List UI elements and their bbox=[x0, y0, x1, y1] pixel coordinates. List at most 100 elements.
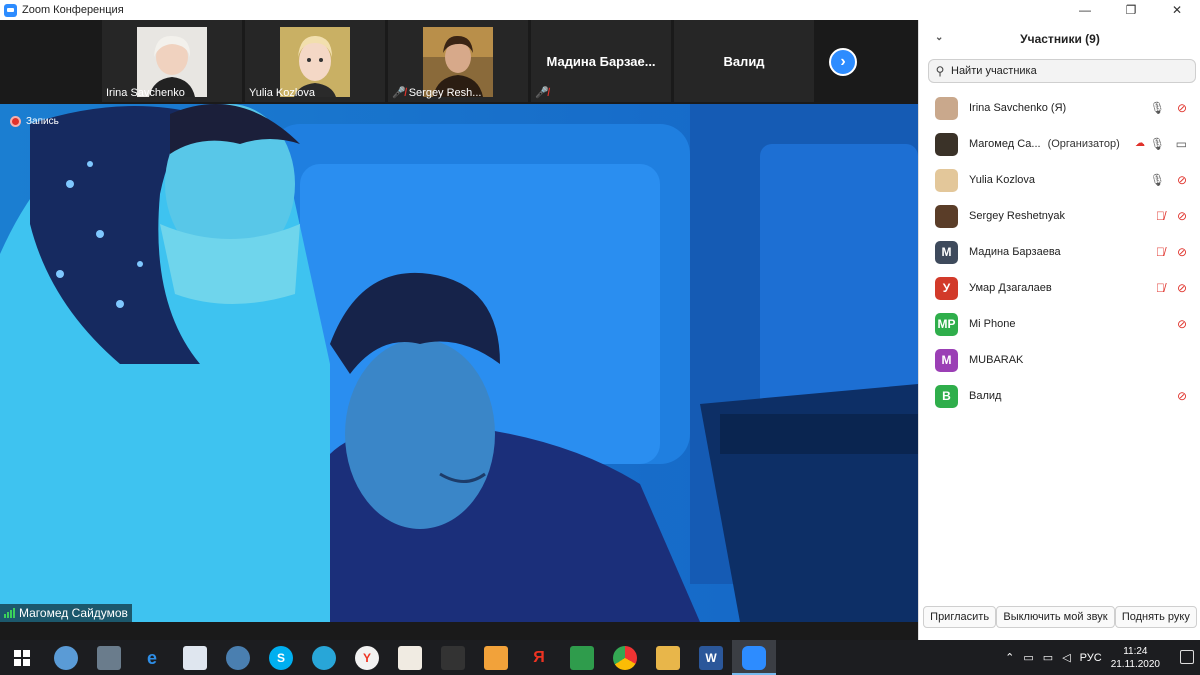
avatar: B bbox=[935, 384, 958, 408]
mic-muted-icon[interactable]: 🎙̸ bbox=[1156, 245, 1165, 259]
word-icon[interactable]: W bbox=[699, 646, 723, 670]
avatar bbox=[935, 204, 958, 228]
gallery-tile[interactable]: Мадина Барзае... 🎤̸ bbox=[531, 20, 671, 102]
gallery-tile[interactable]: Yulia Kozlova bbox=[245, 20, 385, 102]
participant-role: (Организатор) bbox=[1047, 138, 1120, 150]
recording-indicator: Запись bbox=[10, 116, 59, 127]
chevron-up-icon[interactable]: ⌃ bbox=[1005, 651, 1014, 664]
mic-muted-icon: 🎤̸ bbox=[535, 87, 549, 99]
clock-date: 21.11.2020 bbox=[1110, 658, 1160, 670]
avatar: У bbox=[935, 276, 958, 300]
raise-hand-button[interactable]: Поднять руку bbox=[1114, 606, 1197, 628]
minimize-button[interactable]: — bbox=[1062, 0, 1108, 20]
video-off-icon[interactable]: ⊘ bbox=[1177, 173, 1187, 187]
window-controls: — ❐ ✕ bbox=[1062, 0, 1200, 20]
video-off-icon[interactable]: ⊘ bbox=[1177, 281, 1187, 295]
edge-icon[interactable]: e bbox=[140, 646, 164, 670]
chrome-icon[interactable] bbox=[613, 646, 637, 670]
participant-name: Магомед Са... bbox=[969, 138, 1041, 150]
file-explorer-icon[interactable] bbox=[656, 646, 680, 670]
tile-name: Валид bbox=[723, 54, 765, 69]
participant-name: Sergey Reshetnyak bbox=[969, 210, 1065, 222]
title-bar: Zoom Конференция — ❐ ✕ bbox=[0, 0, 1200, 20]
participant-row[interactable]: M MUBARAK bbox=[919, 342, 1200, 378]
app-icon-5[interactable] bbox=[441, 646, 465, 670]
search-icon: ⚲ bbox=[935, 64, 945, 78]
participant-row[interactable]: Irina Savchenko (Я) 🎙 ⊘ bbox=[919, 90, 1200, 126]
participant-search[interactable]: ⚲ Найти участника bbox=[928, 59, 1196, 83]
zoom-icon[interactable] bbox=[742, 646, 766, 670]
start-button[interactable] bbox=[10, 646, 34, 670]
participant-row[interactable]: М Мадина Барзаева 🎙̸ ⊘ bbox=[919, 234, 1200, 270]
notepad-icon[interactable] bbox=[183, 646, 207, 670]
participant-row[interactable]: B Валид ⊘ bbox=[919, 378, 1200, 414]
app-icon-1[interactable] bbox=[54, 646, 78, 670]
cloud-record-icon: ☁ bbox=[1135, 138, 1145, 149]
video-off-icon[interactable]: ⊘ bbox=[1177, 245, 1187, 259]
participant-row[interactable]: MP Mi Phone ⊘ bbox=[919, 306, 1200, 342]
avatar: MP bbox=[935, 312, 958, 336]
mic-muted-icon[interactable]: 🎙̸ bbox=[1156, 281, 1165, 295]
participant-row[interactable]: У Умар Дзагалаев 🎙̸ ⊘ bbox=[919, 270, 1200, 306]
maximize-button[interactable]: ❐ bbox=[1108, 0, 1154, 20]
calculator-icon[interactable] bbox=[97, 646, 121, 670]
panel-title: Участники (9) bbox=[1020, 32, 1100, 46]
close-button[interactable]: ✕ bbox=[1154, 0, 1200, 20]
app-icon-6[interactable] bbox=[484, 646, 508, 670]
battery-icon[interactable]: ▭ bbox=[1043, 651, 1053, 664]
gallery-tile[interactable]: 🎤̸ Sergey Resh... bbox=[388, 20, 528, 102]
gallery-next-button[interactable]: › bbox=[829, 48, 857, 76]
gallery-tile[interactable]: Irina Savchenko bbox=[102, 20, 242, 102]
mic-icon[interactable]: 🎙 bbox=[1150, 173, 1165, 187]
search-input[interactable]: Найти участника bbox=[951, 65, 1037, 77]
windows-icon bbox=[14, 650, 30, 666]
participants-panel: ⌄ Участники (9) ⚲ Найти участника Irina … bbox=[918, 20, 1200, 640]
chevron-down-icon[interactable]: ⌄ bbox=[935, 32, 943, 43]
mic-icon[interactable]: 🎙 bbox=[1150, 101, 1165, 115]
video-off-icon[interactable]: ⊘ bbox=[1177, 101, 1187, 115]
network-icon[interactable]: ▭ bbox=[1023, 651, 1033, 664]
system-tray: ⌃ ▭ ▭ ◁ РУС 11:24 21.11.2020 bbox=[1005, 640, 1160, 675]
gallery-strip: Irina Savchenko Yulia Kozlova 🎤̸ Sergey R… bbox=[0, 20, 918, 104]
mute-self-button[interactable]: Выключить мой звук bbox=[996, 606, 1115, 628]
yandex-browser-icon[interactable]: Y bbox=[355, 646, 379, 670]
participant-row[interactable]: Магомед Са... (Организатор) ☁ 🎙 ▭ bbox=[919, 126, 1200, 162]
mic-muted-icon: 🎤̸ bbox=[392, 87, 406, 99]
audio-level-icon bbox=[4, 608, 15, 618]
mic-icon[interactable]: 🎙 bbox=[1150, 137, 1165, 151]
video-icon[interactable]: ▭ bbox=[1176, 137, 1187, 151]
mic-muted-icon[interactable]: 🎙̸ bbox=[1156, 209, 1165, 223]
invite-button[interactable]: Пригласить bbox=[923, 606, 997, 628]
participant-row[interactable]: Yulia Kozlova 🎙 ⊘ bbox=[919, 162, 1200, 198]
zoom-window: Zoom Конференция — ❐ ✕ Irina Savchenko Y… bbox=[0, 0, 1200, 640]
tile-name: Irina Savchenko bbox=[106, 87, 185, 99]
app-icon-3[interactable] bbox=[312, 646, 336, 670]
participant-name: Валид bbox=[969, 390, 1002, 402]
yandex-icon[interactable]: Я bbox=[527, 646, 551, 670]
panel-footer: Пригласить Выключить мой звук Поднять ру… bbox=[919, 606, 1200, 628]
volume-icon[interactable]: ◁ bbox=[1062, 651, 1070, 664]
video-off-icon[interactable]: ⊘ bbox=[1177, 209, 1187, 223]
active-speaker-video: Запись Магомед Сайдумов bbox=[0, 104, 918, 622]
participant-name: Irina Savchenko (Я) bbox=[969, 102, 1067, 114]
gallery-tile[interactable]: Валид bbox=[674, 20, 814, 102]
app-icon-4[interactable] bbox=[398, 646, 422, 670]
skype-icon[interactable]: S bbox=[269, 646, 293, 670]
video-off-icon[interactable]: ⊘ bbox=[1177, 317, 1187, 331]
video-off-icon[interactable]: ⊘ bbox=[1177, 389, 1187, 403]
tile-name: Yulia Kozlova bbox=[249, 87, 316, 99]
recording-label: Запись bbox=[26, 116, 59, 127]
tile-status: 🎤̸ bbox=[535, 86, 549, 99]
participant-name: MUBARAK bbox=[969, 354, 1024, 366]
app-icon-2[interactable] bbox=[226, 646, 250, 670]
participant-name: Мадина Барзаева bbox=[969, 246, 1061, 258]
video-frame bbox=[0, 104, 918, 622]
clock[interactable]: 11:24 21.11.2020 bbox=[1111, 645, 1160, 671]
app-icon-7[interactable] bbox=[570, 646, 594, 670]
window-title: Zoom Конференция bbox=[22, 4, 124, 16]
notification-icon[interactable] bbox=[1180, 650, 1194, 664]
language-indicator[interactable]: РУС bbox=[1080, 652, 1102, 664]
participant-row[interactable]: Sergey Reshetnyak 🎙̸ ⊘ bbox=[919, 198, 1200, 234]
avatar bbox=[935, 96, 958, 120]
zoom-app-icon bbox=[4, 3, 17, 17]
